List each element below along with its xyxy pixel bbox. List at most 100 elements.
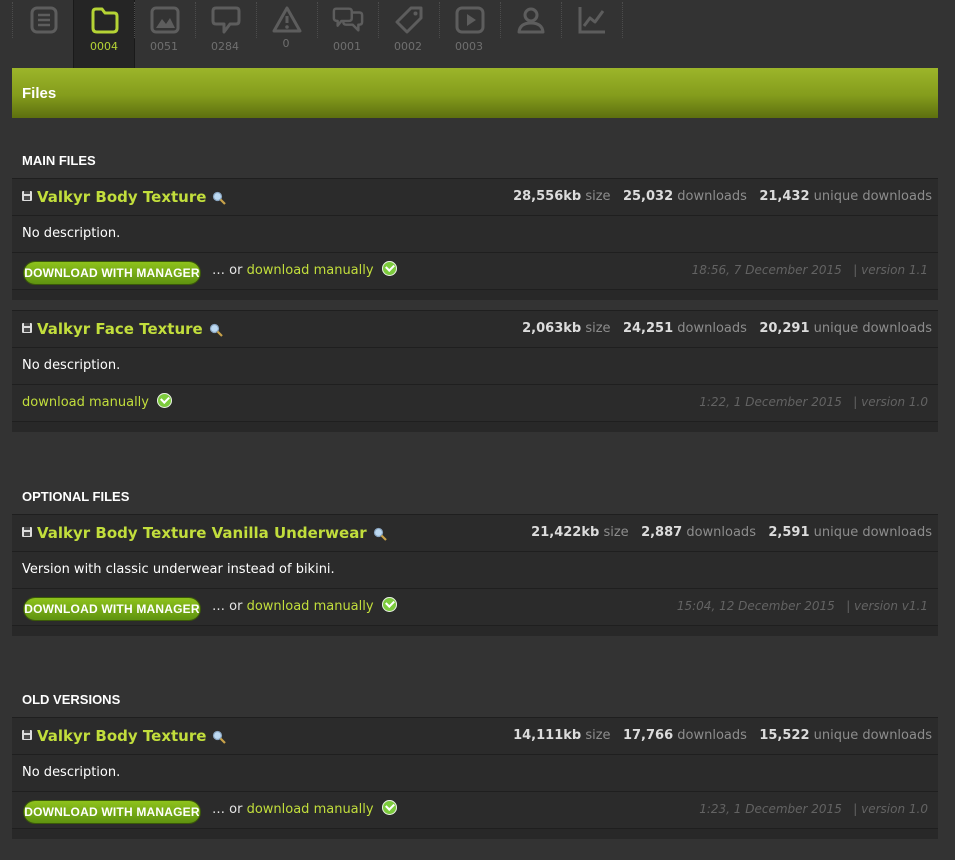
file-name-link[interactable]: Valkyr Body Texture Vanilla Underwear xyxy=(37,524,387,542)
download-count: 24,251 xyxy=(622,321,674,336)
file-size: 28,556kb xyxy=(513,189,582,204)
tab-users[interactable] xyxy=(500,0,560,70)
magnifier-icon[interactable] xyxy=(212,730,227,744)
description-icon xyxy=(30,6,58,34)
file-description-row: No description. xyxy=(12,347,938,384)
download-count: 17,766 xyxy=(622,728,674,743)
tab-forum[interactable]: 0001 xyxy=(317,0,377,70)
unique-download-count: 2,591 xyxy=(768,525,810,540)
file-description: No description. xyxy=(22,765,121,780)
file-stats: 28,556kb size 25,032 downloads 21,432 un… xyxy=(513,189,932,204)
tab-articles[interactable]: 0002 xyxy=(378,0,438,70)
card-spacer xyxy=(12,626,938,636)
file-date-version: 1:23, 1 December 2015 | version 1.0 xyxy=(699,802,928,816)
files-header: Files xyxy=(12,68,938,118)
download-with-manager-button[interactable]: DOWNLOAD WITH MANAGER xyxy=(24,598,200,620)
file-actions-row: download manually 1:22, 1 December 2015 … xyxy=(12,384,938,422)
check-icon xyxy=(157,393,172,408)
section-title-old-versions: OLD VERSIONS xyxy=(22,692,121,707)
download-count: 2,887 xyxy=(641,525,683,540)
magnifier-icon[interactable] xyxy=(373,527,387,541)
tab-count: 0001 xyxy=(333,40,361,53)
file-stats: 2,063kb size 24,251 downloads 20,291 uni… xyxy=(522,321,932,336)
card-spacer xyxy=(12,829,938,839)
bugs-warning-icon xyxy=(272,6,302,33)
file-size: 21,422kb xyxy=(531,525,600,540)
section-title-main-files: MAIN FILES xyxy=(22,153,96,168)
download-manually-link[interactable]: download manually xyxy=(247,802,374,817)
videos-play-icon xyxy=(455,6,485,34)
file-description-row: Version with classic underwear instead o… xyxy=(12,551,938,588)
file-card: Valkyr Face Texture 2,063kb size 24,251 … xyxy=(12,310,938,432)
manual-download-area: … or download manually xyxy=(212,597,397,614)
tab-count: 0004 xyxy=(90,40,118,53)
section-title-optional-files: OPTIONAL FILES xyxy=(22,489,130,504)
tab-videos[interactable]: 0003 xyxy=(439,0,499,70)
download-with-manager-button[interactable]: DOWNLOAD WITH MANAGER xyxy=(24,262,200,284)
file-date-version: 15:04, 12 December 2015 | version v1.1 xyxy=(676,599,928,613)
download-manually-link[interactable]: download manually xyxy=(247,599,374,614)
tab-description[interactable] xyxy=(13,0,73,70)
manual-download-area: … or download manually xyxy=(212,800,397,817)
download-manually-link[interactable]: download manually xyxy=(247,263,374,278)
tab-posts[interactable]: 0284 xyxy=(195,0,255,70)
tab-bugs[interactable]: 0 xyxy=(256,0,316,70)
file-size: 2,063kb xyxy=(522,321,582,336)
file-description: No description. xyxy=(22,226,121,241)
file-description: Version with classic underwear instead o… xyxy=(22,562,335,577)
articles-tag-icon xyxy=(395,6,423,34)
file-name-link[interactable]: Valkyr Body Texture xyxy=(37,188,227,206)
file-card: Valkyr Body Texture 28,556kb size 25,032… xyxy=(12,178,938,300)
file-name-link[interactable]: Valkyr Body Texture xyxy=(37,727,227,745)
check-icon xyxy=(381,800,397,815)
posts-comment-icon xyxy=(211,6,241,34)
file-actions-row: DOWNLOAD WITH MANAGER … or download manu… xyxy=(12,588,938,626)
unique-download-count: 21,432 xyxy=(759,189,810,204)
file-title-row: Valkyr Body Texture 14,111kb size 17,766… xyxy=(12,717,938,754)
file-title-row: Valkyr Body Texture 28,556kb size 25,032… xyxy=(12,178,938,215)
tab-count: 0002 xyxy=(394,40,422,53)
images-icon xyxy=(150,6,180,34)
tab-stats[interactable] xyxy=(561,0,621,70)
forum-chat-icon xyxy=(332,7,364,32)
file-actions-row: DOWNLOAD WITH MANAGER … or download manu… xyxy=(12,252,938,290)
floppy-disk-icon xyxy=(22,191,32,201)
tab-images[interactable]: 0051 xyxy=(134,0,194,70)
manual-download-area: … or download manually xyxy=(212,261,397,278)
tab-count: 0003 xyxy=(455,40,483,53)
file-title-row: Valkyr Body Texture Vanilla Underwear 21… xyxy=(12,514,938,551)
unique-download-count: 20,291 xyxy=(759,321,810,336)
floppy-disk-icon xyxy=(22,323,32,333)
card-spacer xyxy=(12,290,938,300)
page-title: Files xyxy=(22,85,57,102)
download-with-manager-button[interactable]: DOWNLOAD WITH MANAGER xyxy=(24,801,200,823)
file-description: No description. xyxy=(22,358,121,373)
file-stats: 14,111kb size 17,766 downloads 15,522 un… xyxy=(513,728,932,743)
file-card: Valkyr Body Texture 14,111kb size 17,766… xyxy=(12,717,938,839)
tab-files[interactable]: 0004 xyxy=(73,0,135,71)
tab-divider xyxy=(622,2,623,38)
file-description-row: No description. xyxy=(12,215,938,252)
file-card: Valkyr Body Texture Vanilla Underwear 21… xyxy=(12,514,938,636)
stats-chart-icon xyxy=(578,7,605,34)
download-manually-link[interactable]: download manually xyxy=(22,395,149,410)
tab-count: 0284 xyxy=(211,40,239,53)
file-date-version: 18:56, 7 December 2015 | version 1.1 xyxy=(691,263,928,277)
download-count: 25,032 xyxy=(622,189,674,204)
file-size: 14,111kb xyxy=(513,728,582,743)
file-name-link[interactable]: Valkyr Face Texture xyxy=(37,320,223,338)
file-title-row: Valkyr Face Texture 2,063kb size 24,251 … xyxy=(12,310,938,347)
floppy-disk-icon xyxy=(22,527,32,537)
file-actions-row: DOWNLOAD WITH MANAGER … or download manu… xyxy=(12,791,938,829)
card-spacer xyxy=(12,422,938,432)
users-person-icon xyxy=(517,7,545,34)
check-icon xyxy=(381,261,397,276)
floppy-disk-icon xyxy=(22,730,32,740)
file-description-row: No description. xyxy=(12,754,938,791)
tab-count: 0 xyxy=(282,37,290,50)
tab-count: 0051 xyxy=(150,40,178,53)
unique-download-count: 15,522 xyxy=(759,728,810,743)
magnifier-icon[interactable] xyxy=(212,191,227,205)
manual-download-area: download manually xyxy=(22,393,172,410)
magnifier-icon[interactable] xyxy=(209,323,223,337)
